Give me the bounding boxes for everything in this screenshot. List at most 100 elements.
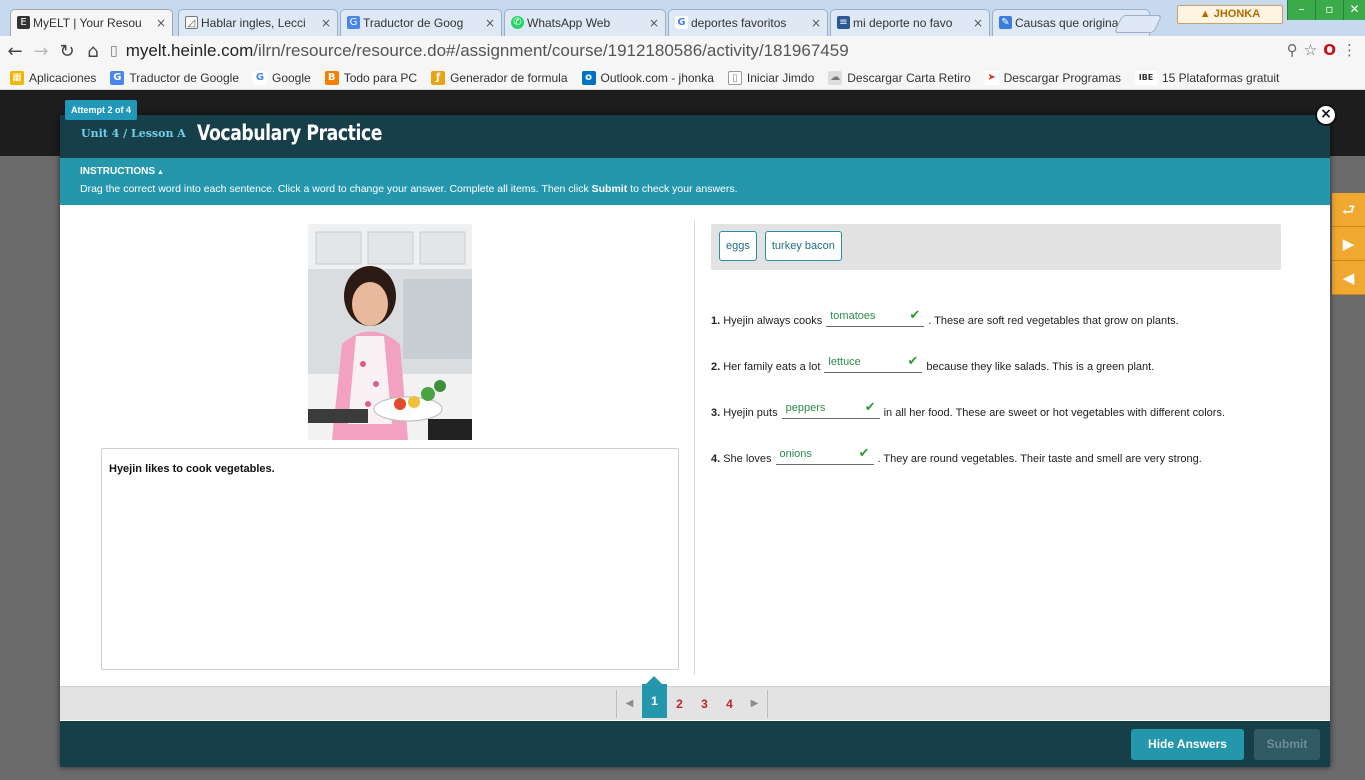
- tab-close-icon[interactable]: ×: [156, 16, 166, 30]
- check-icon: ✔: [909, 308, 921, 323]
- tab-close-icon[interactable]: ×: [649, 16, 659, 30]
- answer-slot[interactable]: onions ✔: [775, 446, 874, 465]
- menu-icon[interactable]: ⋮: [1342, 41, 1357, 59]
- tab-hablar-ingles[interactable]: ◿ Hablar ingles, Lecci ×: [178, 9, 338, 36]
- prev-tab-icon[interactable]: ◀: [1332, 261, 1365, 295]
- bookmark-aplicaciones[interactable]: ▦ Aplicaciones: [10, 70, 97, 85]
- answer-slot[interactable]: peppers ✔: [781, 400, 880, 419]
- google-translate-icon: G: [347, 16, 360, 29]
- page-1-button[interactable]: 1: [642, 676, 667, 718]
- answer-word: tomatoes: [830, 310, 876, 322]
- page-4-button[interactable]: 4: [717, 690, 742, 718]
- tab-deportes[interactable]: G deportes favoritos ×: [668, 9, 828, 36]
- tab-label: mi deporte no favo: [853, 16, 953, 30]
- sentence-text: . They are round vegetables. Their taste…: [877, 453, 1202, 465]
- bookmark-label: 15 Plataformas gratuit: [1162, 70, 1280, 85]
- sentence-item-1: 1. Hyejin always cooks tomatoes ✔ . Thes…: [711, 308, 1179, 327]
- browser-toolbar: ← → ↻ ⌂ ▯ myelt.heinle.com /ilrn/resourc…: [0, 36, 1365, 66]
- item-number: 4.: [711, 453, 721, 465]
- answer-slot[interactable]: lettuce ✔: [824, 354, 923, 373]
- next-page-icon[interactable]: ▶: [742, 690, 767, 718]
- check-icon: ✔: [864, 400, 876, 415]
- page-2-button[interactable]: 2: [667, 690, 692, 718]
- reload-button[interactable]: ↻: [56, 41, 78, 62]
- tab-label: Causas que origina: [1015, 16, 1119, 30]
- page-3-button[interactable]: 3: [692, 690, 717, 718]
- forward-button[interactable]: →: [30, 41, 52, 62]
- tab-whatsapp[interactable]: ✆ WhatsApp Web ×: [504, 9, 666, 36]
- activity-title: Vocabulary Practice: [197, 121, 383, 145]
- sentence-text: Hyejin puts: [723, 407, 778, 419]
- sentence-item-3: 3. Hyejin puts peppers ✔ in all her food…: [711, 400, 1225, 419]
- close-modal-icon[interactable]: ×: [1315, 104, 1337, 126]
- bookmark-outlook[interactable]: o Outlook.com - jhonka: [581, 70, 714, 85]
- back-button[interactable]: ←: [4, 41, 26, 62]
- url-host: myelt.heinle.com: [125, 41, 254, 60]
- close-window-button[interactable]: ✕: [1343, 0, 1365, 20]
- bookmark-carta[interactable]: ☁ Descargar Carta Retiro: [828, 70, 971, 85]
- activity-photo: [308, 224, 472, 440]
- bookmark-jimdo[interactable]: ▯ Iniciar Jimdo: [727, 70, 815, 85]
- submit-button[interactable]: Submit: [1254, 729, 1320, 760]
- tab-traductor[interactable]: G Traductor de Goog ×: [340, 9, 502, 36]
- formula-icon: ƒ: [431, 70, 446, 85]
- tab-myelt[interactable]: E MyELT | Your Resou ×: [10, 9, 173, 36]
- outlook-icon: o: [581, 70, 596, 85]
- star-icon[interactable]: ☆: [1304, 41, 1317, 59]
- bookmark-programas[interactable]: ➤ Descargar Programas: [984, 70, 1121, 85]
- zoom-icon[interactable]: ⚲: [1287, 41, 1298, 59]
- tab-close-icon[interactable]: ×: [973, 16, 983, 30]
- bookmark-label: Aplicaciones: [29, 70, 97, 85]
- blogger-icon: B: [324, 70, 339, 85]
- tab-mi-deporte[interactable]: ≡ mi deporte no favo ×: [830, 9, 990, 36]
- new-tab-button[interactable]: [1113, 15, 1163, 33]
- google-translate-icon: G: [110, 70, 125, 85]
- google-icon: G: [253, 70, 267, 85]
- pager-divider: [767, 690, 768, 718]
- hide-answers-button[interactable]: Hide Answers: [1131, 729, 1244, 760]
- bookmark-label: Google: [272, 70, 311, 85]
- page-icon: ▯: [727, 70, 742, 85]
- check-icon: ✔: [858, 446, 870, 461]
- profile-button[interactable]: ▲ JHONKA: [1177, 5, 1283, 24]
- arrow-logo-icon: ➤: [984, 70, 999, 85]
- bookmark-label: Traductor de Google: [129, 70, 239, 85]
- answer-slot[interactable]: tomatoes ✔: [826, 308, 925, 327]
- address-bar[interactable]: ▯ myelt.heinle.com /ilrn/resource/resour…: [110, 39, 1320, 63]
- bookmark-label: Todo para PC: [343, 70, 418, 85]
- word-chip-turkey-bacon[interactable]: turkey bacon: [764, 231, 842, 261]
- instructions-heading: INSTRUCTIONS: [80, 166, 155, 177]
- item-number: 3.: [711, 407, 721, 419]
- feedback-tab-icon[interactable]: ⮐: [1332, 193, 1365, 227]
- bookmark-traductor[interactable]: G Traductor de Google: [110, 70, 239, 85]
- minimize-button[interactable]: –: [1287, 0, 1315, 20]
- opera-icon[interactable]: O: [1323, 41, 1336, 59]
- prev-page-icon[interactable]: ◀: [617, 690, 642, 718]
- sentence-text: Her family eats a lot: [723, 361, 821, 373]
- word-chip-eggs[interactable]: eggs: [719, 231, 757, 261]
- bookmark-label: Generador de formula: [450, 70, 568, 85]
- instructions-text-part: Drag the correct word into each sentence…: [80, 183, 592, 195]
- attempt-badge: Attempt 2 of 4: [65, 100, 138, 120]
- bookmark-generador[interactable]: ƒ Generador de formula: [431, 70, 568, 85]
- google-icon: G: [675, 16, 688, 29]
- toolbar-right: ⚲ ☆ O ⋮: [1287, 41, 1357, 59]
- pagination: ◀ 1 2 3 4 ▶: [616, 676, 768, 718]
- column-divider: [694, 220, 695, 675]
- next-tab-icon[interactable]: ▶: [1332, 227, 1365, 261]
- tab-close-icon[interactable]: ×: [811, 16, 821, 30]
- photo-caption: Hyejin likes to cook vegetables.: [109, 463, 275, 475]
- bookmark-label: Iniciar Jimdo: [746, 70, 815, 85]
- bookmark-google[interactable]: G Google: [253, 70, 311, 85]
- tab-label: Hablar ingles, Lecci: [201, 16, 306, 30]
- instructions-toggle[interactable]: INSTRUCTIONS ▲: [80, 166, 1330, 177]
- maximize-button[interactable]: ▫: [1315, 0, 1343, 20]
- window-controls: – ▫ ✕: [1287, 0, 1365, 20]
- bookmark-todo-para-pc[interactable]: B Todo para PC: [324, 70, 418, 85]
- tab-close-icon[interactable]: ×: [485, 16, 495, 30]
- modal-footer: Hide Answers Submit: [60, 721, 1330, 767]
- bookmark-plataformas[interactable]: IBE 15 Plataformas gratuit: [1135, 70, 1280, 85]
- home-button[interactable]: ⌂: [82, 41, 104, 62]
- tab-close-icon[interactable]: ×: [321, 16, 331, 30]
- warning-icon: ▲: [1199, 8, 1214, 20]
